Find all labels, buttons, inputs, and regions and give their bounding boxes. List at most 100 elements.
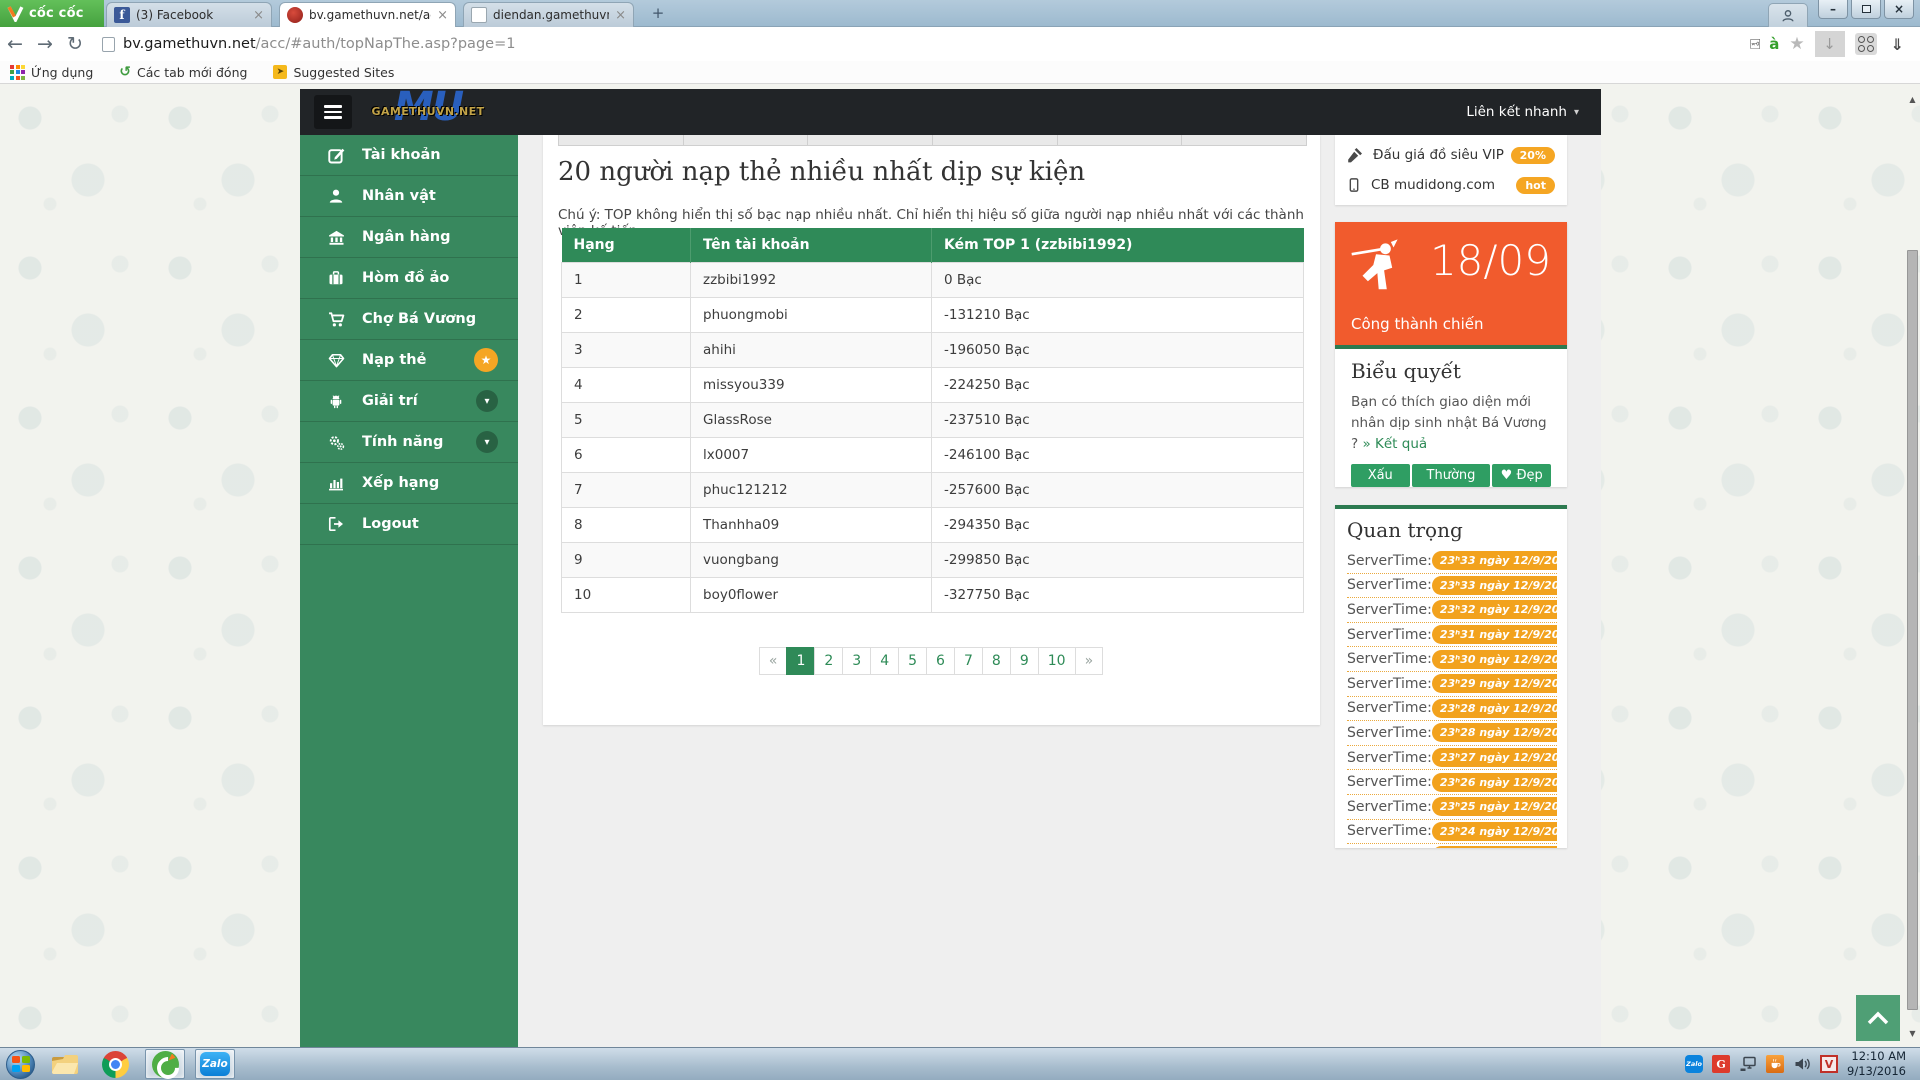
- tab-diendan[interactable]: diendan.gamethuvn.net/t ×: [463, 2, 634, 27]
- tab-close-icon[interactable]: ×: [615, 9, 626, 22]
- page-button[interactable]: 3: [842, 647, 871, 675]
- taskbar-chrome[interactable]: [95, 1049, 135, 1079]
- quick-links-label: Liên kết nhanh: [1466, 104, 1567, 120]
- scroll-to-top-button[interactable]: [1856, 995, 1900, 1041]
- page-button[interactable]: 9: [1010, 647, 1039, 675]
- page-button[interactable]: 4: [870, 647, 899, 675]
- scrollbar-down-arrow[interactable]: ▼: [1905, 1026, 1920, 1041]
- rank-cell: 2: [562, 297, 691, 332]
- sidebar-item-ngan-hang[interactable]: Ngân hàng: [300, 217, 518, 258]
- page-button[interactable]: 6: [926, 647, 955, 675]
- password-key-icon[interactable]: ⚿: [1746, 39, 1762, 50]
- gap-cell: -196050 Bạc: [932, 332, 1304, 367]
- downloads-icon[interactable]: ⇓: [1891, 35, 1904, 54]
- address-bar[interactable]: bv.gamethuvn.net/acc/#auth/topNapThe.asp…: [94, 31, 1855, 57]
- quick-links-menu[interactable]: Liên kết nhanh ▾: [1466, 89, 1579, 135]
- taskbar-coccoc[interactable]: [145, 1049, 185, 1079]
- volume-icon[interactable]: [1793, 1055, 1811, 1073]
- hammer-icon: [1347, 147, 1363, 163]
- profile-button[interactable]: [1768, 3, 1808, 27]
- network-icon[interactable]: [1739, 1055, 1757, 1073]
- close-button[interactable]: ×: [1884, 0, 1914, 19]
- page-button[interactable]: «: [759, 647, 788, 675]
- scrollbar-thumb[interactable]: [1907, 250, 1918, 1010]
- page-button[interactable]: 7: [954, 647, 983, 675]
- event-banner[interactable]: 18/09 Công thành chiến: [1335, 222, 1567, 345]
- page-button[interactable]: 2: [814, 647, 843, 675]
- page-button[interactable]: »: [1075, 647, 1104, 675]
- bookmark-star-icon[interactable]: ★: [1789, 34, 1804, 54]
- forward-button[interactable]: →: [30, 33, 60, 55]
- sidebar-item-cho-ba-vuong[interactable]: Chợ Bá Vương: [300, 299, 518, 340]
- download-indicator-button[interactable]: ↓: [1815, 31, 1845, 57]
- chevron-down-icon[interactable]: ▾: [476, 390, 498, 412]
- bookmark-recent-tabs[interactable]: ↺ Các tab mới đóng: [119, 64, 247, 80]
- poll-option-xau[interactable]: Xấu: [1351, 464, 1410, 487]
- sidebar-item-xep-hang[interactable]: Xếp hạng: [300, 463, 518, 504]
- vietkey-icon[interactable]: V: [1820, 1055, 1838, 1073]
- bookmark-suggested-sites[interactable]: ➤ Suggested Sites: [273, 65, 394, 80]
- main-panel: 20 người nạp thẻ nhiều nhất dịp sự kiện …: [543, 135, 1320, 725]
- back-button[interactable]: ←: [0, 33, 30, 55]
- menu-toggle-button[interactable]: [314, 95, 352, 129]
- rank-cell: 8: [562, 507, 691, 542]
- servertime-value-badge: 23ʰ23 ngày 12/9/2016: [1432, 846, 1557, 848]
- site-logo[interactable]: MU GAMETHUVN.NET: [362, 90, 494, 134]
- sidebar-item-giai-tri[interactable]: Giải trí ▾: [300, 381, 518, 422]
- new-tab-button[interactable]: +: [645, 5, 671, 23]
- tab-close-icon[interactable]: ×: [437, 9, 448, 22]
- poll-option-thuong[interactable]: Thường: [1412, 464, 1491, 487]
- tab-gamethuvn[interactable]: bv.gamethuvn.net/acc/#a ×: [279, 2, 456, 27]
- table-body: 1 zzbibi1992 0 Bạc 2 phuongmobi -131210 …: [562, 262, 1304, 612]
- page-button[interactable]: 5: [898, 647, 927, 675]
- suggested-sites-icon: ➤: [273, 65, 287, 79]
- sidebar-item-tinh-nang[interactable]: Tính năng ▾: [300, 422, 518, 463]
- tab-facebook[interactable]: f (3) Facebook ×: [106, 2, 272, 27]
- sidebar-item-logout[interactable]: Logout: [300, 504, 518, 545]
- tab-title: (3) Facebook: [136, 8, 247, 22]
- quick-link-mudidong[interactable]: CB mudidong.com hot: [1335, 170, 1567, 200]
- coccoc-logo[interactable]: cốc cốc: [0, 0, 104, 27]
- page-button[interactable]: 1: [786, 647, 815, 675]
- taskbar-explorer[interactable]: [45, 1049, 85, 1079]
- extensions-grid-icon[interactable]: [1855, 33, 1877, 55]
- page-button[interactable]: 10: [1038, 647, 1076, 675]
- page-icon: [102, 37, 115, 52]
- vietnamese-input-icon[interactable]: à: [1769, 35, 1779, 53]
- servertime-value-badge: 23ʰ31 ngày 12/9/2016: [1432, 625, 1557, 644]
- sidebar-item-tai-khoan[interactable]: Tài khoản: [300, 135, 518, 176]
- tab-close-icon[interactable]: ×: [253, 9, 264, 22]
- sidebar-item-nhan-vat[interactable]: Nhân vật: [300, 176, 518, 217]
- quick-link-auction[interactable]: Đấu giá đồ siêu VIP 20%: [1335, 140, 1567, 170]
- reload-button[interactable]: ↻: [60, 33, 90, 55]
- system-tray: Zalo G V 12:10 AM 9/13/2016: [1685, 1048, 1920, 1080]
- taskbar-zalo[interactable]: Zalo: [195, 1049, 235, 1079]
- servertime-label: ServerTime:: [1347, 577, 1432, 593]
- tray-zalo-icon[interactable]: Zalo: [1685, 1055, 1703, 1073]
- taskbar-clock[interactable]: 12:10 AM 9/13/2016: [1847, 1049, 1910, 1079]
- gap-cell: -131210 Bạc: [932, 297, 1304, 332]
- java-icon[interactable]: [1766, 1055, 1784, 1073]
- poll-option-dep[interactable]: ♥ Đẹp: [1492, 464, 1551, 487]
- sidebar-item-hom-do-ao[interactable]: Hòm đồ ảo: [300, 258, 518, 299]
- minimize-button[interactable]: –: [1818, 0, 1848, 19]
- vertical-scrollbar[interactable]: ▲ ▼: [1905, 84, 1920, 1047]
- start-button[interactable]: [6, 1050, 35, 1079]
- gap-cell: 0 Bạc: [932, 262, 1304, 297]
- coccoc-v-icon: [7, 5, 24, 22]
- poll-result-link[interactable]: » Kết quả: [1362, 436, 1427, 452]
- scrollbar-up-arrow[interactable]: ▲: [1905, 92, 1920, 107]
- gap-cell: -257600 Bạc: [932, 472, 1304, 507]
- bookmark-apps[interactable]: Ứng dụng: [10, 65, 93, 80]
- sidebar-item-nap-the[interactable]: Nạp thẻ ★: [300, 340, 518, 381]
- recent-tabs-icon: ↺: [119, 64, 131, 80]
- chevron-down-icon[interactable]: ▾: [476, 431, 498, 453]
- tray-g-icon[interactable]: G: [1712, 1055, 1730, 1073]
- tab-title: bv.gamethuvn.net/acc/#a: [309, 8, 431, 22]
- restore-button[interactable]: [1851, 0, 1881, 19]
- sidebar-item-label: Hòm đồ ảo: [362, 270, 449, 286]
- account-cell: lx0007: [691, 437, 932, 472]
- servertime-label: ServerTime:: [1347, 627, 1432, 643]
- page-button[interactable]: 8: [982, 647, 1011, 675]
- event-label: Công thành chiến: [1351, 315, 1483, 333]
